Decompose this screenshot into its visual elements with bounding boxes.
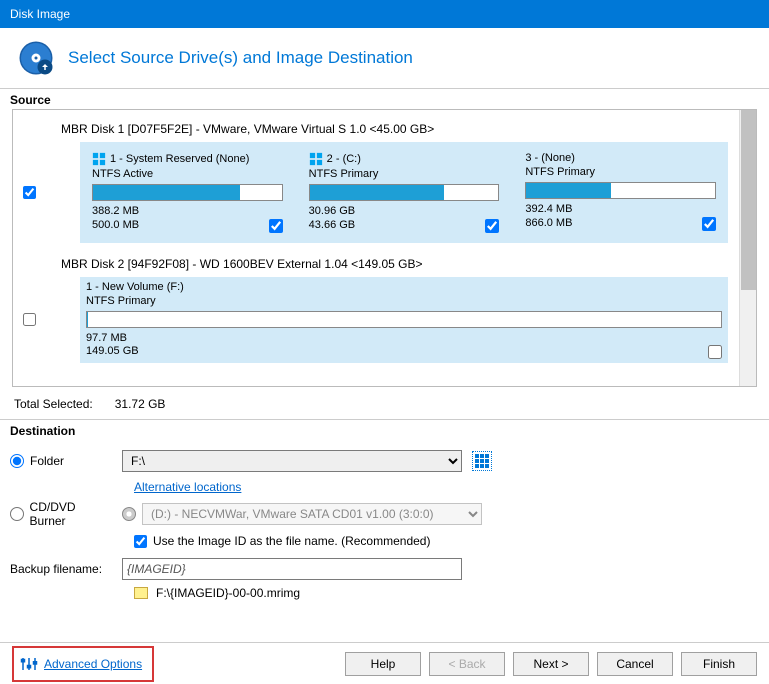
bottom-bar: Advanced Options Help < Back Next > Canc… [0,642,769,684]
windows-icon [309,152,323,166]
folder-radio[interactable] [10,454,24,468]
disk-image-icon [18,40,54,76]
filename-input[interactable] [122,558,462,580]
partition-f-total: 149.05 GB [86,345,139,359]
wizard-header: Select Source Drive(s) and Image Destina… [0,28,769,89]
browse-icon [475,454,489,468]
partition-f-type: NTFS Primary [86,295,722,307]
partition-1-used: 388.2 MB [92,205,139,219]
partition-1-type: NTFS Active [92,168,283,180]
advanced-options-highlight: Advanced Options [12,646,154,682]
burner-select[interactable]: (D:) - NECVMWar, VMware SATA CD01 v1.00 … [142,503,482,525]
partition-2-usage [309,184,500,201]
use-imageid-label: Use the Image ID as the file name. (Reco… [153,534,430,548]
partition-2-type: NTFS Primary [309,168,500,180]
partition-1-label: 1 - System Reserved (None) [110,153,249,165]
finish-button[interactable]: Finish [681,652,757,676]
partition-f-label: 1 - New Volume (F:) [86,281,184,293]
windows-icon [92,152,106,166]
source-panel: MBR Disk 1 [D07F5F2E] - VMware, VMware V… [12,109,757,387]
partition-2-total: 43.66 GB [309,219,355,233]
partition-3-checkbox[interactable] [702,217,716,231]
partition-f-checkbox[interactable] [708,345,722,359]
partition-2-checkbox[interactable] [485,219,499,233]
disk2-checkbox[interactable] [23,313,36,326]
partition-1-usage [92,184,283,201]
back-button: < Back [429,652,505,676]
sliders-icon [20,655,38,673]
folder-icon [134,587,148,599]
next-button[interactable]: Next > [513,652,589,676]
burner-radio[interactable] [10,507,24,521]
partition-2-label: 2 - (C:) [327,153,361,165]
filename-label: Backup filename: [10,562,112,576]
help-button[interactable]: Help [345,652,421,676]
partition-3[interactable]: 3 - (None) NTFS Primary 392.4 MB866.0 MB [519,148,722,237]
partition-1-total: 500.0 MB [92,219,139,233]
filename-preview: F:\{IMAGEID}-00-00.mrimg [156,586,300,600]
total-label: Total Selected: [14,397,93,411]
partition-f-used: 97.7 MB [86,332,139,346]
page-title: Select Source Drive(s) and Image Destina… [68,48,413,68]
destination-section-label: Destination [0,420,769,440]
scrollbar-thumb[interactable] [741,110,756,290]
partition-3-total: 866.0 MB [525,217,572,231]
partition-3-used: 392.4 MB [525,203,572,217]
disk1-title: MBR Disk 1 [D07F5F2E] - VMware, VMware V… [61,122,434,136]
disk2-title: MBR Disk 2 [94F92F08] - WD 1600BEV Exter… [61,257,423,271]
partition-3-usage [525,182,716,199]
partition-2[interactable]: 2 - (C:) NTFS Primary 30.96 GB43.66 GB [303,148,506,237]
partition-1[interactable]: 1 - System Reserved (None) NTFS Active 3… [86,148,289,237]
partition-3-type: NTFS Primary [525,166,716,178]
scrollbar[interactable] [739,110,756,386]
partition-3-label: 3 - (None) [525,152,575,164]
destination-section: Folder F:\ Alternative locations CD/DVD … [0,440,769,608]
partition-f-usage [86,311,722,328]
total-value: 31.72 GB [115,397,166,411]
disk2-block: MBR Disk 2 [94F92F08] - WD 1600BEV Exter… [23,255,728,364]
disk1-checkbox[interactable] [23,186,36,199]
folder-radio-label: Folder [30,454,64,468]
disk1-block: MBR Disk 1 [D07F5F2E] - VMware, VMware V… [23,120,728,243]
disc-icon [122,507,136,521]
cancel-button[interactable]: Cancel [597,652,673,676]
burner-radio-label: CD/DVD Burner [30,500,112,528]
window-titlebar: Disk Image [0,0,769,28]
partition-2-used: 30.96 GB [309,205,355,219]
use-imageid-checkbox[interactable] [134,535,147,548]
total-row: Total Selected: 31.72 GB [0,395,769,420]
alternative-locations-link[interactable]: Alternative locations [134,480,241,494]
browse-button[interactable] [472,451,492,471]
source-section-label: Source [0,89,769,109]
partition-1-checkbox[interactable] [269,219,283,233]
partition-f[interactable]: 1 - New Volume (F:) NTFS Primary 97.7 MB… [80,277,728,364]
folder-select[interactable]: F:\ [122,450,462,472]
advanced-options-link[interactable]: Advanced Options [44,657,142,671]
